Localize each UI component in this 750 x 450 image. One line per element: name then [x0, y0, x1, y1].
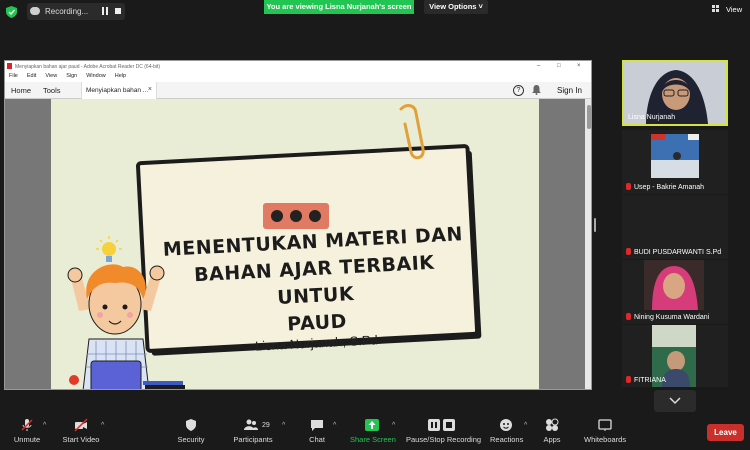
- participant-name: Nining Kusuma Wardani: [634, 314, 710, 321]
- apps-label: Apps: [543, 435, 561, 444]
- participants-label: Participants: [233, 435, 273, 444]
- tab-home[interactable]: Home: [11, 86, 31, 95]
- acrobat-tabs: Home Tools Menyiapkan bahan ... × ? Sign…: [5, 82, 591, 99]
- menu-view[interactable]: View: [45, 73, 57, 79]
- tab-close-icon[interactable]: ×: [148, 86, 152, 93]
- muted-mic-icon: [626, 248, 631, 255]
- slide-title: MENENTUKAN MATERI DAN BAHAN AJAR TERBAIK…: [152, 221, 477, 346]
- grid-view-icon: [712, 5, 719, 12]
- participant-tile-active[interactable]: Lisna Nurjanah: [622, 60, 728, 126]
- window-title: Menyiapkan bahan ajar paud - Adobe Acrob…: [15, 64, 161, 70]
- muted-mic-icon: [626, 313, 631, 320]
- menu-edit[interactable]: Edit: [27, 73, 36, 79]
- viewing-banner: You are viewing Lisna Nurjanah's screen: [264, 0, 414, 14]
- share-options-caret[interactable]: ^: [392, 422, 395, 429]
- apps-button[interactable]: Apps: [542, 418, 562, 444]
- acrobat-window: Menyiapkan bahan ajar paud - Adobe Acrob…: [4, 60, 592, 390]
- reactions-options-caret[interactable]: ^: [524, 422, 527, 429]
- leave-button[interactable]: Leave: [707, 424, 744, 441]
- muted-mic-icon: [626, 183, 631, 190]
- view-button-label: View: [726, 5, 743, 14]
- pause-recording-icon[interactable]: [101, 7, 109, 15]
- chat-button[interactable]: Chat: [306, 418, 328, 444]
- chevron-down-icon: [669, 397, 681, 405]
- start-video-button[interactable]: Start Video: [62, 418, 100, 444]
- close-button[interactable]: ×: [577, 63, 581, 69]
- reactions-label: Reactions: [490, 435, 524, 444]
- bell-icon[interactable]: [532, 85, 541, 95]
- muted-mic-icon: [626, 376, 631, 383]
- start-video-label: Start Video: [62, 435, 100, 444]
- participant-name: FITRIANA: [634, 377, 666, 384]
- security-label: Security: [177, 435, 205, 444]
- reactions-icon: [500, 419, 512, 431]
- participants-icon: [244, 419, 258, 430]
- cloud-icon: [30, 7, 40, 15]
- chat-label: Chat: [309, 435, 325, 444]
- participant-tile[interactable]: Nining Kusuma Wardani: [622, 260, 728, 324]
- help-icon[interactable]: ?: [513, 85, 524, 96]
- participant-name: Lisna Nurjanah: [628, 114, 676, 121]
- apps-icon: [546, 418, 559, 431]
- audio-options-caret[interactable]: ^: [43, 422, 46, 429]
- menu-sign[interactable]: Sign: [66, 73, 77, 79]
- view-button[interactable]: View: [712, 4, 744, 16]
- menu-help[interactable]: Help: [115, 73, 126, 79]
- recording-indicator: Recording...: [27, 3, 125, 20]
- maximize-button[interactable]: □: [557, 63, 561, 69]
- participant-tile[interactable]: FITRIANA: [622, 325, 728, 387]
- reactions-button[interactable]: Reactions: [490, 418, 524, 444]
- muted-mic-icon: [21, 419, 33, 431]
- menu-window[interactable]: Window: [86, 73, 106, 79]
- shield-icon: [186, 419, 196, 431]
- pause-stop-recording-label: Pause/Stop Recording: [406, 435, 482, 444]
- minimize-button[interactable]: –: [537, 63, 540, 69]
- scroll-participants-button[interactable]: [654, 390, 696, 412]
- video-options-caret[interactable]: ^: [101, 422, 104, 429]
- acrobat-titlebar: Menyiapkan bahan ajar paud - Adobe Acrob…: [5, 61, 591, 73]
- participant-tile[interactable]: BUDI PUSDARWANTI S.Pd: [622, 195, 728, 259]
- whiteboards-label: Whiteboards: [584, 435, 627, 444]
- whiteboard-icon: [598, 419, 612, 431]
- participant-name: BUDI PUSDARWANTI S.Pd: [634, 249, 722, 256]
- participant-name: Usep - Bakrie Amanah: [634, 184, 705, 191]
- view-options-button[interactable]: View Options ˅: [424, 0, 488, 14]
- whiteboards-button[interactable]: Whiteboards: [584, 418, 626, 444]
- unmute-label: Unmute: [13, 435, 41, 444]
- chat-icon: [311, 420, 323, 431]
- pause-stop-recording-button[interactable]: Pause/Stop Recording: [406, 418, 482, 444]
- tab-document[interactable]: Menyiapkan bahan ... ×: [81, 82, 157, 99]
- panel-resize-handle[interactable]: [594, 218, 596, 232]
- tab-document-label: Menyiapkan bahan ...: [86, 87, 149, 94]
- menu-bar: File Edit View Sign Window Help: [5, 73, 591, 82]
- unmute-button[interactable]: Unmute: [12, 418, 42, 444]
- tab-tools[interactable]: Tools: [43, 86, 61, 95]
- share-screen-label: Share Screen: [350, 435, 396, 444]
- shield-icon[interactable]: [6, 6, 17, 18]
- share-screen-button[interactable]: Share Screen: [350, 418, 396, 444]
- participants-options-caret[interactable]: ^: [282, 422, 285, 429]
- lightbulb-icon: [96, 236, 122, 262]
- vertical-scrollbar[interactable]: [585, 99, 591, 389]
- share-screen-icon: [365, 419, 379, 431]
- dots-decoration: [263, 203, 329, 229]
- chat-options-caret[interactable]: ^: [333, 422, 336, 429]
- menu-file[interactable]: File: [9, 73, 18, 79]
- video-off-icon: [74, 418, 88, 432]
- security-button[interactable]: Security: [176, 418, 206, 444]
- pdf-icon: [7, 63, 12, 69]
- stop-recording-icon[interactable]: [115, 8, 121, 14]
- sign-in-button[interactable]: Sign In: [557, 86, 582, 95]
- participant-tile[interactable]: Usep - Bakrie Amanah: [622, 130, 728, 194]
- pause-stop-icon: [428, 419, 455, 431]
- participants-count: 29: [262, 422, 270, 429]
- recording-label: Recording...: [45, 7, 89, 16]
